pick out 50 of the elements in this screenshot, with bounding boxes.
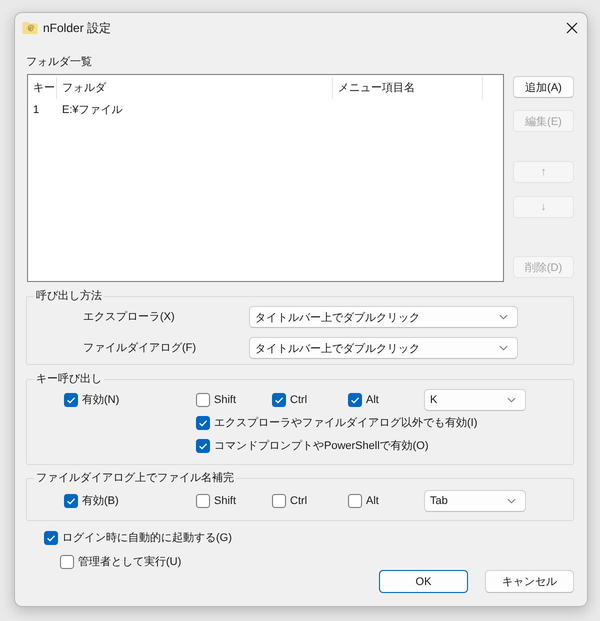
add-button[interactable]: 追加(A)	[513, 76, 574, 98]
folder-list-box[interactable]: キー フォルダ メニュー項目名 1 E:¥ファイル	[27, 74, 504, 282]
checkbox-label[interactable]: Alt	[366, 493, 379, 509]
checkbox[interactable]	[196, 494, 210, 508]
checkbox[interactable]	[272, 393, 286, 407]
checkbox-label[interactable]: Ctrl	[290, 493, 308, 509]
checkbox[interactable]	[196, 416, 210, 430]
dropdown[interactable]: Tab	[424, 490, 526, 512]
checkbox[interactable]	[348, 393, 362, 407]
group-title: キー呼び出し	[34, 371, 104, 387]
checkbox-label[interactable]: コマンドプロンプトやPowerShellで有効(O)	[214, 438, 429, 454]
checkbox-label[interactable]: 有効(B)	[82, 493, 119, 509]
chevron-down-icon	[499, 314, 508, 320]
checkbox-label[interactable]: Shift	[214, 493, 236, 509]
field-label: ファイルダイアログ(F)	[83, 341, 198, 356]
checkbox[interactable]	[64, 393, 78, 407]
checkbox[interactable]	[348, 494, 362, 508]
checkbox[interactable]	[44, 531, 58, 545]
checkbox-label[interactable]: Shift	[214, 392, 236, 408]
checkbox[interactable]	[60, 555, 74, 569]
folder-spiral-icon	[22, 20, 38, 36]
column-header[interactable]: メニュー項目名	[333, 77, 483, 99]
chevron-down-icon	[507, 397, 516, 403]
checkbox[interactable]	[272, 494, 286, 508]
checkbox-label[interactable]: Ctrl	[290, 392, 308, 408]
chevron-down-icon	[499, 345, 508, 351]
checkbox[interactable]	[196, 393, 210, 407]
checkbox-label[interactable]: エクスプローラやファイルダイアログ以外でも有効(I)	[214, 415, 478, 431]
dropdown[interactable]: タイトルバー上でダブルクリック	[249, 337, 518, 359]
group-title: 呼び出し方法	[34, 288, 104, 304]
field-label: エクスプローラ(X)	[83, 310, 176, 325]
checkbox-label[interactable]: ログイン時に自動的に起動する(G)	[62, 530, 232, 546]
column-header[interactable]: フォルダ	[57, 77, 333, 99]
section-label: フォルダ一覧	[26, 55, 92, 70]
checkbox-label[interactable]: 有効(N)	[82, 392, 120, 408]
dropdown[interactable]: K	[424, 389, 526, 411]
chevron-down-icon	[507, 498, 516, 504]
cancel-button[interactable]: キャンセル	[485, 570, 574, 593]
checkbox-label[interactable]: Alt	[366, 392, 379, 408]
ok-button[interactable]: OK	[379, 570, 468, 593]
table-cell-text: 1	[32, 103, 40, 118]
table-cell-text: E:¥ファイル	[61, 103, 124, 118]
column-header[interactable]: キー	[28, 77, 57, 99]
group-title: ファイルダイアログ上でファイル名補完	[34, 470, 236, 486]
checkbox[interactable]	[196, 439, 210, 453]
close-icon[interactable]	[566, 22, 578, 34]
window-title: nFolder 設定	[43, 20, 112, 36]
checkbox[interactable]	[64, 494, 78, 508]
dropdown[interactable]: タイトルバー上でダブルクリック	[249, 306, 518, 328]
checkbox-label[interactable]: 管理者として実行(U)	[78, 554, 182, 570]
